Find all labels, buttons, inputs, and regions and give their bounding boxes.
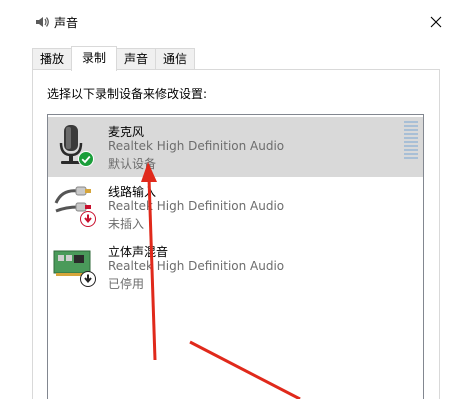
speaker-icon bbox=[36, 17, 49, 27]
close-icon bbox=[430, 16, 442, 28]
tab-playback[interactable]: 播放 bbox=[32, 48, 73, 70]
device-status: 已停用 bbox=[108, 277, 145, 291]
device-driver: Realtek High Definition Audio bbox=[108, 259, 285, 273]
device-icon bbox=[52, 241, 96, 291]
close-button[interactable] bbox=[424, 8, 448, 36]
level-meter bbox=[404, 121, 418, 159]
tab-communications[interactable]: 通信 bbox=[155, 48, 196, 70]
tab-strip: 播放 录制 声音 通信 bbox=[32, 46, 196, 71]
tab-sounds[interactable]: 声音 bbox=[116, 48, 157, 70]
title-bar: 声音 bbox=[0, 0, 473, 44]
window-title: 声音 bbox=[54, 16, 79, 30]
tab-recording[interactable]: 录制 bbox=[71, 46, 118, 71]
device-item-line-in[interactable]: 线路输入 Realtek High Definition Audio 未插入 bbox=[48, 177, 423, 237]
down-arrow-badge-icon bbox=[80, 271, 96, 287]
device-item-microphone[interactable]: 麦克风 Realtek High Definition Audio 默认设备 bbox=[48, 117, 423, 177]
down-arrow-badge-icon bbox=[80, 211, 96, 227]
instruction-text: 选择以下录制设备来修改设置: bbox=[47, 87, 208, 101]
device-icon bbox=[52, 121, 96, 171]
device-driver: Realtek High Definition Audio bbox=[108, 139, 285, 153]
device-item-stereo-mix[interactable]: 立体声混音 Realtek High Definition Audio 已停用 bbox=[48, 237, 423, 297]
check-badge-icon bbox=[78, 151, 94, 167]
device-status: 默认设备 bbox=[108, 157, 157, 171]
device-name: 麦克风 bbox=[108, 125, 145, 139]
device-icon bbox=[52, 181, 96, 231]
recording-device-list[interactable]: 麦克风 Realtek High Definition Audio 默认设备 线… bbox=[47, 114, 424, 399]
device-name: 线路输入 bbox=[108, 185, 157, 199]
device-status: 未插入 bbox=[108, 217, 145, 231]
device-driver: Realtek High Definition Audio bbox=[108, 199, 285, 213]
device-name: 立体声混音 bbox=[108, 245, 169, 259]
